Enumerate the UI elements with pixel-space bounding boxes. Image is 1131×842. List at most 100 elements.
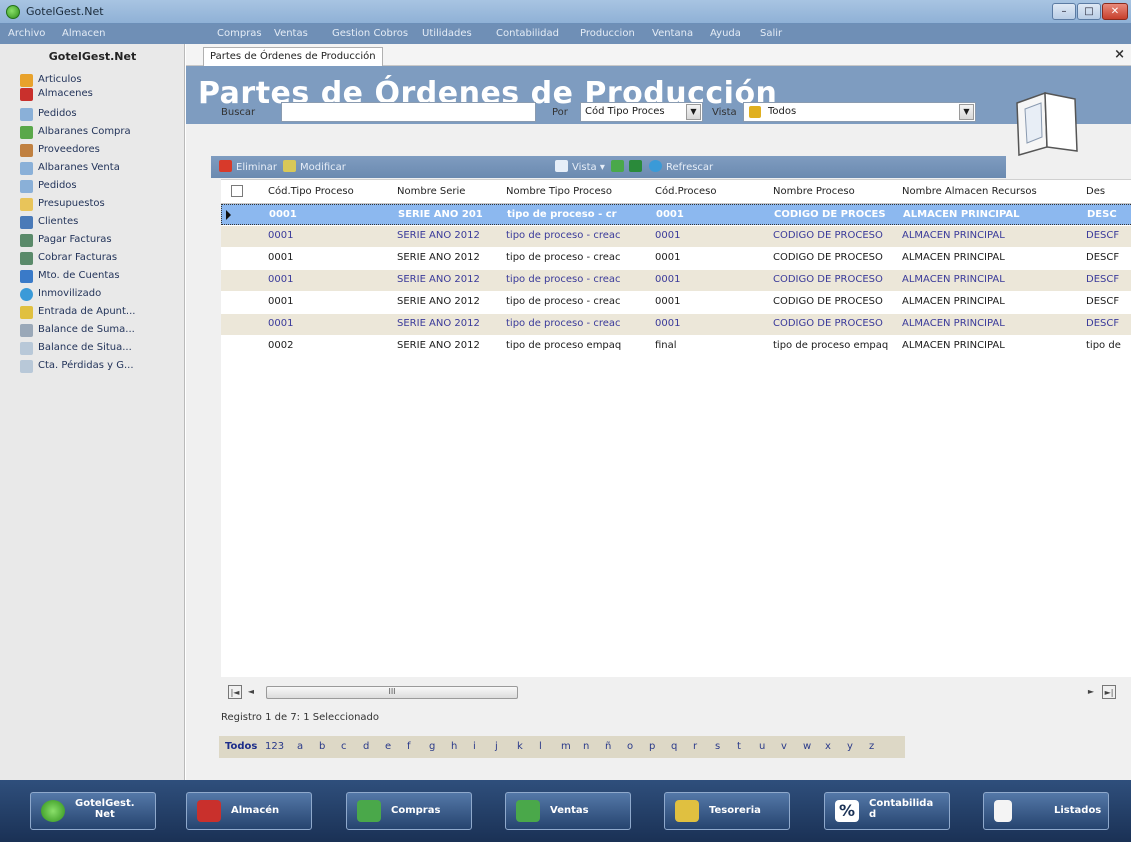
sidebar-item-perdidas-ganancias[interactable]: Cta. Pérdidas y G... xyxy=(20,358,182,376)
launcher-listados[interactable]: Listados xyxy=(983,792,1109,830)
alphabet-filter-letter[interactable]: t xyxy=(737,741,741,752)
alphabet-filter-letter[interactable]: k xyxy=(517,741,523,752)
menu-contabilidad[interactable]: Contabilidad xyxy=(496,28,559,39)
alphabet-filter-letter[interactable]: n xyxy=(583,741,589,752)
close-window-button[interactable]: ✕ xyxy=(1102,3,1128,20)
alphabet-filter-letter[interactable]: e xyxy=(385,741,391,752)
sidebar-item-balance-sumas[interactable]: Balance de Suma... xyxy=(20,322,182,340)
alphabet-filter-letter[interactable]: v xyxy=(781,741,787,752)
alphabet-filter-letter[interactable]: o xyxy=(627,741,633,752)
launcher-almacen[interactable]: Almacén xyxy=(186,792,312,830)
alphabet-filter-letter[interactable]: r xyxy=(693,741,697,752)
alphabet-filter-letter[interactable]: w xyxy=(803,741,811,752)
alphabet-filter-letter[interactable]: f xyxy=(407,741,411,752)
alphabet-filter-letter[interactable]: c xyxy=(341,741,347,752)
select-all-checkbox[interactable] xyxy=(231,185,243,197)
menu-ventas[interactable]: Ventas xyxy=(274,28,308,39)
table-row[interactable]: 0001 SERIE AÑO 201 tipo de proceso - cr 000… xyxy=(221,204,1131,225)
alphabet-filter-letter[interactable]: 123 xyxy=(265,741,284,752)
sidebar-item-inmovilizado[interactable]: Inmovilizado xyxy=(20,286,182,304)
sidebar-item-pedidos[interactable]: Pedidos xyxy=(20,106,182,124)
alphabet-filter-letter[interactable]: y xyxy=(847,741,853,752)
menu-almacen[interactable]: Almacen xyxy=(62,28,105,39)
table-row[interactable]: 0001 SERIE AÑO 2012 tipo de proceso - crea… xyxy=(221,226,1131,247)
table-row[interactable]: 0002 SERIE AÑO 2012 tipo de proceso empaq f… xyxy=(221,336,1131,357)
table-row[interactable]: 0001 SERIE AÑO 2012 tipo de proceso - crea… xyxy=(221,270,1131,291)
excel-export-button[interactable] xyxy=(629,160,646,173)
sidebar-item-pagar-facturas[interactable]: Pagar Facturas xyxy=(20,232,182,250)
menu-ventana[interactable]: Ventana xyxy=(652,28,693,39)
alphabet-filter-letter[interactable]: x xyxy=(825,741,831,752)
launcher-compras[interactable]: Compras xyxy=(346,792,472,830)
alphabet-filter-all[interactable]: Todos xyxy=(225,741,257,752)
column-header[interactable]: Nombre Tipo Proceso xyxy=(506,186,612,197)
search-input[interactable] xyxy=(281,102,536,122)
table-row[interactable]: 0001 SERIE AÑO 2012 tipo de proceso - crea… xyxy=(221,314,1131,335)
tab-partes-ordenes[interactable]: Partes de Órdenes de Producción xyxy=(203,47,383,66)
column-header[interactable]: Nombre Serie xyxy=(397,186,465,197)
table-cell: DESCF xyxy=(1086,252,1120,263)
alphabet-filter-letter[interactable]: i xyxy=(473,741,476,752)
menu-ayuda[interactable]: Ayuda xyxy=(710,28,741,39)
refresh-button[interactable]: Refrescar xyxy=(649,160,713,173)
column-header[interactable]: Cód.Proceso xyxy=(655,186,716,197)
view-button[interactable]: Vista ▾ xyxy=(555,160,605,173)
sidebar-item-cobrar-facturas[interactable]: Cobrar Facturas xyxy=(20,250,182,268)
alphabet-filter-letter[interactable]: g xyxy=(429,741,435,752)
sidebar-item-albaranes-venta[interactable]: Albaranes Venta xyxy=(20,160,182,178)
alphabet-filter-letter[interactable]: d xyxy=(363,741,369,752)
navigate-button[interactable] xyxy=(611,160,628,173)
alphabet-filter-letter[interactable]: m xyxy=(561,741,571,752)
menu-archivo[interactable]: Archivo xyxy=(8,28,45,39)
launcher-contabilidad[interactable]: % Contabilida d xyxy=(824,792,950,830)
launcher-ventas[interactable]: Ventas xyxy=(505,792,631,830)
first-page-icon[interactable]: |◄ xyxy=(228,685,242,699)
menu-utilidades[interactable]: Utilidades xyxy=(422,28,472,39)
sidebar-item-proveedores[interactable]: Proveedores xyxy=(20,142,182,160)
sidebar-item-mto-cuentas[interactable]: Mto. de Cuentas xyxy=(20,268,182,286)
minimize-button[interactable]: – xyxy=(1052,3,1076,20)
search-by-select[interactable]: Cód Tipo Proces ▼ xyxy=(580,102,703,122)
launcher-tesoreria[interactable]: Tesoreria xyxy=(664,792,790,830)
alphabet-filter-letter[interactable]: j xyxy=(495,741,498,752)
alphabet-filter-letter[interactable]: b xyxy=(319,741,325,752)
close-tab-button[interactable]: × xyxy=(1114,47,1125,62)
alphabet-filter-letter[interactable]: l xyxy=(539,741,542,752)
column-header[interactable]: Nombre Almacen Recursos xyxy=(902,186,1037,197)
column-header[interactable]: Des xyxy=(1086,186,1105,197)
sidebar-item-pedidos-venta[interactable]: Pedidos xyxy=(20,178,182,196)
scroll-right-icon[interactable]: ► xyxy=(1084,685,1098,699)
alphabet-filter-letter[interactable]: u xyxy=(759,741,765,752)
scroll-thumb[interactable]: III xyxy=(266,686,518,699)
horizontal-scrollbar[interactable]: |◄ ◄ III ► ►| xyxy=(228,685,1121,701)
view-select[interactable]: Todos ▼ xyxy=(743,102,976,122)
alphabet-filter-letter[interactable]: p xyxy=(649,741,655,752)
accounts-icon xyxy=(20,270,33,283)
scroll-left-icon[interactable]: ◄ xyxy=(244,685,258,699)
table-row[interactable]: 0001 SERIE AÑO 2012 tipo de proceso - crea… xyxy=(221,292,1131,313)
alphabet-filter-letter[interactable]: h xyxy=(451,741,457,752)
column-header[interactable]: Nombre Proceso xyxy=(773,186,855,197)
alphabet-filter-letter[interactable]: a xyxy=(297,741,303,752)
menu-gestion-cobros[interactable]: Gestion Cobros xyxy=(332,28,408,39)
menu-produccion[interactable]: Produccion xyxy=(580,28,635,39)
launcher-gotelgest[interactable]: GotelGest. Net xyxy=(30,792,156,830)
menu-compras[interactable]: Compras xyxy=(217,28,262,39)
alphabet-filter-letter[interactable]: ñ xyxy=(605,741,611,752)
menu-salir[interactable]: Salir xyxy=(760,28,782,39)
sidebar-item-almacenes[interactable]: Almacenes xyxy=(20,86,182,104)
sidebar-item-clientes[interactable]: Clientes xyxy=(20,214,182,232)
last-page-icon[interactable]: ►| xyxy=(1102,685,1116,699)
sidebar-item-balance-situacion[interactable]: Balance de Situa... xyxy=(20,340,182,358)
maximize-button[interactable]: □ xyxy=(1077,3,1101,20)
column-header[interactable]: Cód.Tipo Proceso xyxy=(268,186,354,197)
modify-button[interactable]: Modificar xyxy=(283,160,346,173)
table-row[interactable]: 0001 SERIE AÑO 2012 tipo de proceso - crea… xyxy=(221,248,1131,269)
sidebar-item-albaranes-compra[interactable]: Albaranes Compra xyxy=(20,124,182,142)
delete-button[interactable]: Eliminar xyxy=(219,160,277,173)
sidebar-item-presupuestos[interactable]: Presupuestos xyxy=(20,196,182,214)
alphabet-filter-letter[interactable]: s xyxy=(715,741,720,752)
alphabet-filter-letter[interactable]: z xyxy=(869,741,874,752)
sidebar-item-entrada-apuntes[interactable]: Entrada de Apunt... xyxy=(20,304,182,322)
alphabet-filter-letter[interactable]: q xyxy=(671,741,677,752)
